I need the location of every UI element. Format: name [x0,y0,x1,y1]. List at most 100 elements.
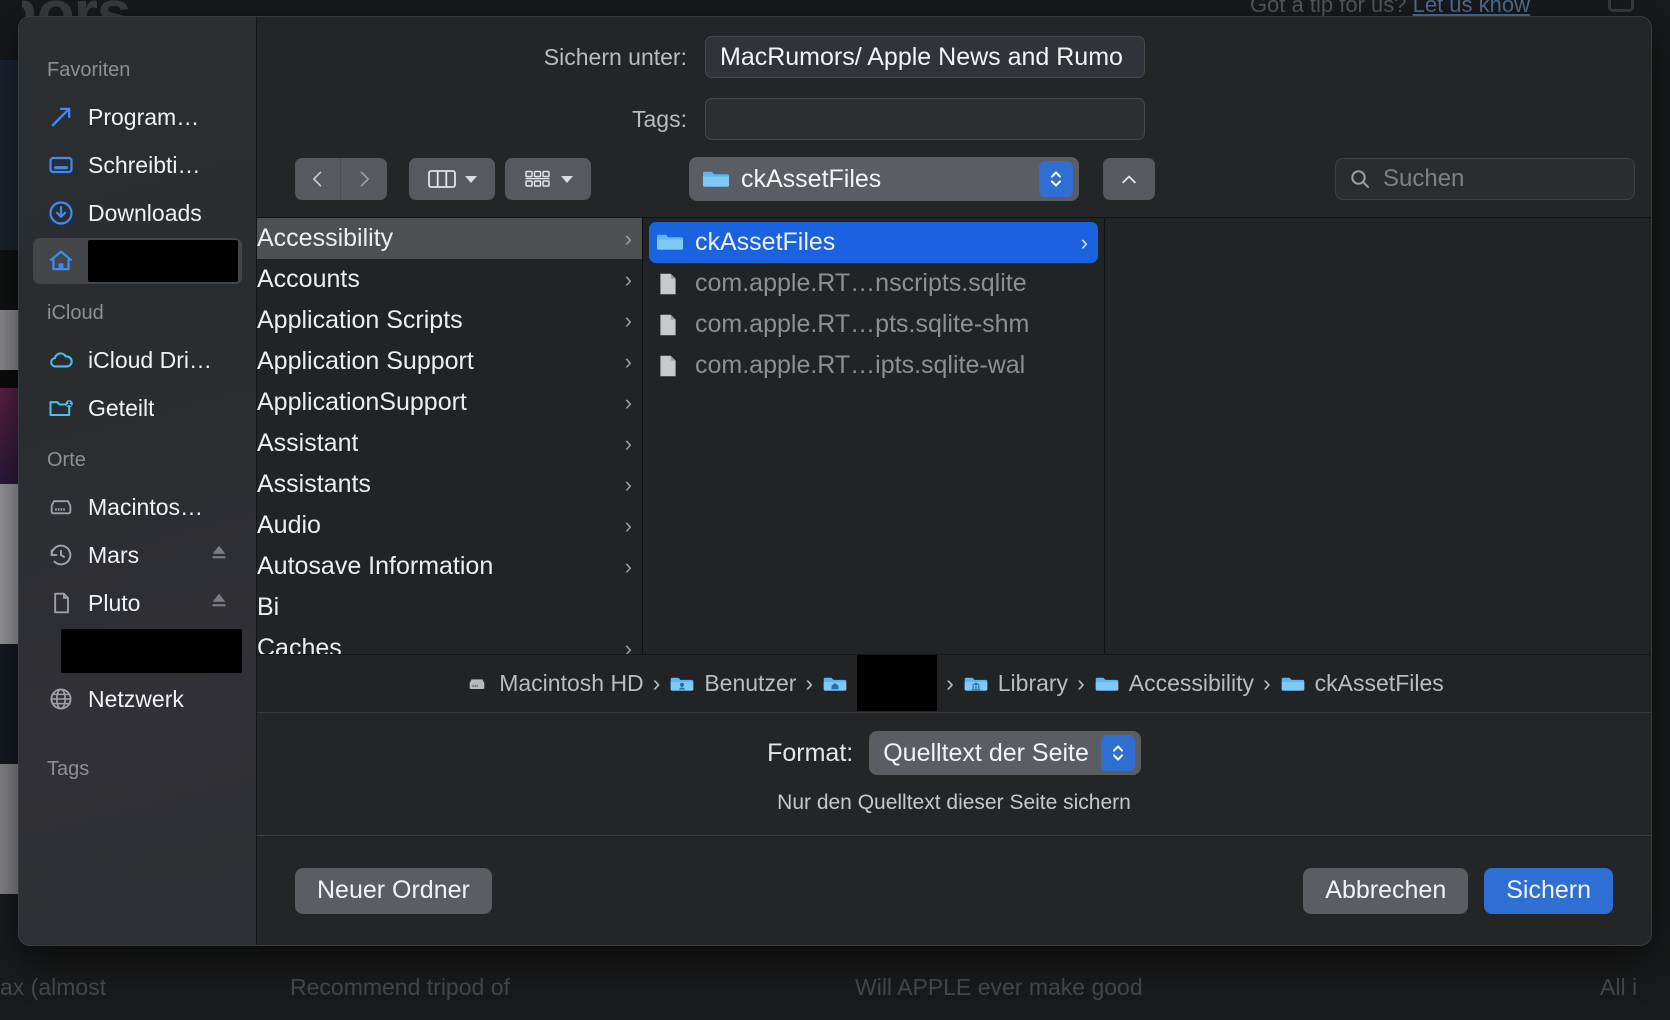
browser-column-3[interactable] [1105,218,1651,654]
sidebar-item-macintosh-hd[interactable]: Macintos… [33,484,242,530]
save-button[interactable]: Sichern [1484,867,1613,914]
forward-button[interactable] [341,158,387,200]
column-row[interactable]: Application Scripts › [257,300,642,341]
dialog-action-bar: Neuer Ordner Abbrechen Sichern [257,835,1651,945]
sidebar-item-mars[interactable]: Mars [33,532,242,578]
row-label: com.apple.RT…ipts.sqlite-wal [695,351,1026,379]
disclosure-chevron-icon: › [624,348,632,374]
up-down-stepper-icon[interactable] [1100,735,1135,771]
column-row[interactable]: Application Support › [257,341,642,382]
breadcrumb-item-benutzer[interactable]: Benutzer [669,670,796,697]
breadcrumb-item-accessibility[interactable]: Accessibility [1094,670,1254,697]
column-row[interactable]: Accessibility › [257,218,642,259]
breadcrumb-label: ckAssetFiles [1314,670,1444,696]
save-as-row: Sichern unter: MacRumors/ Apple News and… [257,35,1651,79]
sidebar-item-netzwerk[interactable]: Netzwerk [33,676,242,722]
column-row[interactable]: Caches › [257,628,642,654]
file-browser-toolbar: ckAssetFiles Suchen [257,141,1651,217]
background-text-item: All i [1600,974,1638,1000]
up-down-stepper-icon[interactable] [1039,161,1073,197]
column-row[interactable]: com.apple.RT…nscripts.sqlite [643,263,1104,304]
sidebar-item-icloud-drive[interactable]: iCloud Dri… [33,337,242,383]
background-text-item: Will APPLE ever make good [855,974,1143,1000]
row-label: Caches [257,634,342,654]
home-icon [47,247,75,275]
harddisk-icon [47,493,75,521]
column-row[interactable]: Assistant › [257,423,642,464]
home-folder-icon [823,677,847,691]
chevron-up-icon [1122,175,1136,184]
chevron-down-icon [465,175,477,183]
sidebar-item-redacted-disk[interactable] [33,628,242,674]
format-note: Nur den Quelltext dieser Seite sichern [777,791,1131,814]
column-row[interactable]: Accounts › [257,259,642,300]
breadcrumb-separator: › [946,670,954,696]
sidebar-section-title-icloud: iCloud [47,302,104,324]
background-bottom-row: ax (almost Recommend tripod of Will APPL… [0,958,1670,1020]
column-row[interactable]: ApplicationSupport › [257,382,642,423]
breadcrumb-label: Accessibility [1128,670,1254,696]
sidebar-item-pluto[interactable]: Pluto [33,580,242,626]
sidebar-item-label: Macintos… [88,493,204,520]
sidebar-item-programme[interactable]: Program… [33,94,242,140]
location-popup-button[interactable]: ckAssetFiles [689,157,1079,201]
sidebar-item-label: Program… [88,103,200,130]
sidebar-item-label: Geteilt [88,394,155,421]
row-label: Application Support [257,347,474,375]
breadcrumb-item-macintosh-hd[interactable]: Macintosh HD [464,670,644,697]
view-mode-button[interactable] [409,158,495,200]
cancel-button[interactable]: Abbrechen [1303,867,1469,914]
harddisk-icon [469,678,485,689]
back-button[interactable] [295,158,341,200]
row-label: Accounts [257,265,360,293]
breadcrumb-item-ckassetfiles[interactable]: ckAssetFiles [1280,670,1444,697]
row-label: ckAssetFiles [695,228,836,256]
sidebar-item-geteilt[interactable]: Geteilt [33,385,242,431]
save-as-input[interactable]: MacRumors/ Apple News and Rumo [705,36,1145,78]
search-field[interactable]: Suchen [1335,158,1635,200]
document-disk-icon [47,589,75,617]
column-row[interactable]: com.apple.RT…ipts.sqlite-wal [643,345,1104,386]
shared-folder-icon [47,394,75,422]
tags-input[interactable] [705,98,1145,140]
nav-button-group [295,158,387,200]
group-by-button[interactable] [505,158,591,200]
column-row[interactable]: Autosave Information › [257,546,642,587]
sidebar-item-home[interactable] [33,238,242,284]
disclosure-chevron-icon: › [624,307,632,333]
eject-icon[interactable] [208,541,230,569]
column-row[interactable]: Audio › [257,505,642,546]
sidebar-item-label: Schreibti… [88,151,201,178]
row-label: com.apple.RT…nscripts.sqlite [695,269,1027,297]
folder-icon [703,171,729,187]
sidebar-item-downloads[interactable]: Downloads [33,190,242,236]
eject-icon[interactable] [208,589,230,617]
folder-icon [1281,677,1304,691]
sidebar-item-schreibtisch[interactable]: Schreibti… [33,142,242,188]
downloads-icon [47,199,75,227]
breadcrumb-separator: › [1077,670,1085,696]
disclosure-chevron-icon: › [624,225,632,251]
column-row[interactable]: com.apple.RT…pts.sqlite-shm [643,304,1104,345]
browser-column-2[interactable]: ckAssetFiles › com.apple.RT…nscripts.sql… [643,218,1105,654]
go-up-button[interactable] [1103,158,1155,200]
disclosure-chevron-icon: › [624,635,632,655]
breadcrumb-item-home-redacted[interactable] [822,654,938,712]
column-row[interactable]: Bi [257,587,642,628]
cart-icon[interactable] [1608,0,1634,12]
disclosure-chevron-icon: › [624,389,632,415]
format-section: Format: Quelltext der Seite Nur den Quel… [257,712,1651,835]
document-icon [655,271,685,297]
sidebar-item-label: Pluto [88,589,141,616]
row-label: ApplicationSupport [257,388,467,416]
browser-column-1[interactable]: Accessibility › Accounts › Application Scr… [257,218,643,654]
tip-link[interactable]: Let us know [1413,0,1530,17]
row-label: Accessibility [257,224,394,252]
column-row[interactable]: ckAssetFiles › [649,222,1098,263]
new-folder-button[interactable]: Neuer Ordner [295,867,492,914]
column-row[interactable]: Assistants › [257,464,642,505]
format-popup-button[interactable]: Quelltext der Seite [869,731,1141,775]
background-text-item: Recommend tripod of [290,974,510,1000]
breadcrumb-item-library[interactable]: Library [963,670,1068,697]
location-popup-value: ckAssetFiles [741,164,882,193]
